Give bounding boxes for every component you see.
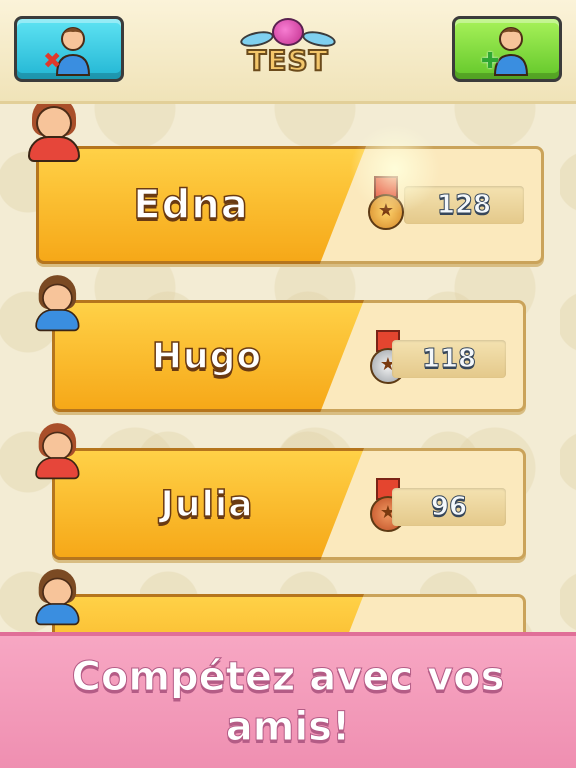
- player-name: Julia: [160, 483, 254, 526]
- player-score: 118: [392, 340, 506, 378]
- player-name: Hugo: [151, 335, 263, 378]
- add-badge-icon: ✚: [481, 49, 500, 74]
- avatar-boy: [30, 569, 80, 627]
- banner-text: Compétez avec vos amis!: [71, 654, 505, 751]
- name-panel: [52, 594, 364, 632]
- logo-text: TEST: [246, 43, 329, 78]
- app-logo: TEST: [236, 18, 340, 82]
- avatar-girl: [30, 423, 80, 481]
- promo-banner: Compétez avec vos amis!: [0, 632, 576, 768]
- leaderboard-row[interactable]: Hugo ★ 118: [52, 300, 526, 412]
- remove-badge-icon: ✖: [43, 49, 62, 74]
- avatar-boy: [30, 275, 80, 333]
- leaderboard-row[interactable]: Julia ★ 96: [52, 448, 526, 560]
- leaderboard-row[interactable]: [52, 594, 526, 632]
- top-bar: ✖ TEST ✚: [0, 0, 576, 104]
- player-score: 96: [392, 488, 506, 526]
- leaderboard-row[interactable]: Edna ★ 128: [36, 146, 544, 264]
- remove-friend-button[interactable]: ✖: [14, 16, 124, 82]
- add-friend-button[interactable]: ✚: [452, 16, 562, 82]
- brain-icon: [272, 18, 304, 46]
- player-name: Edna: [133, 181, 249, 229]
- sparkle-effect: [350, 124, 440, 214]
- avatar-girl: [22, 104, 86, 164]
- leaderboard-list[interactable]: Edna ★ 128 Hugo ★ 118 Julia ★ 96: [0, 104, 576, 632]
